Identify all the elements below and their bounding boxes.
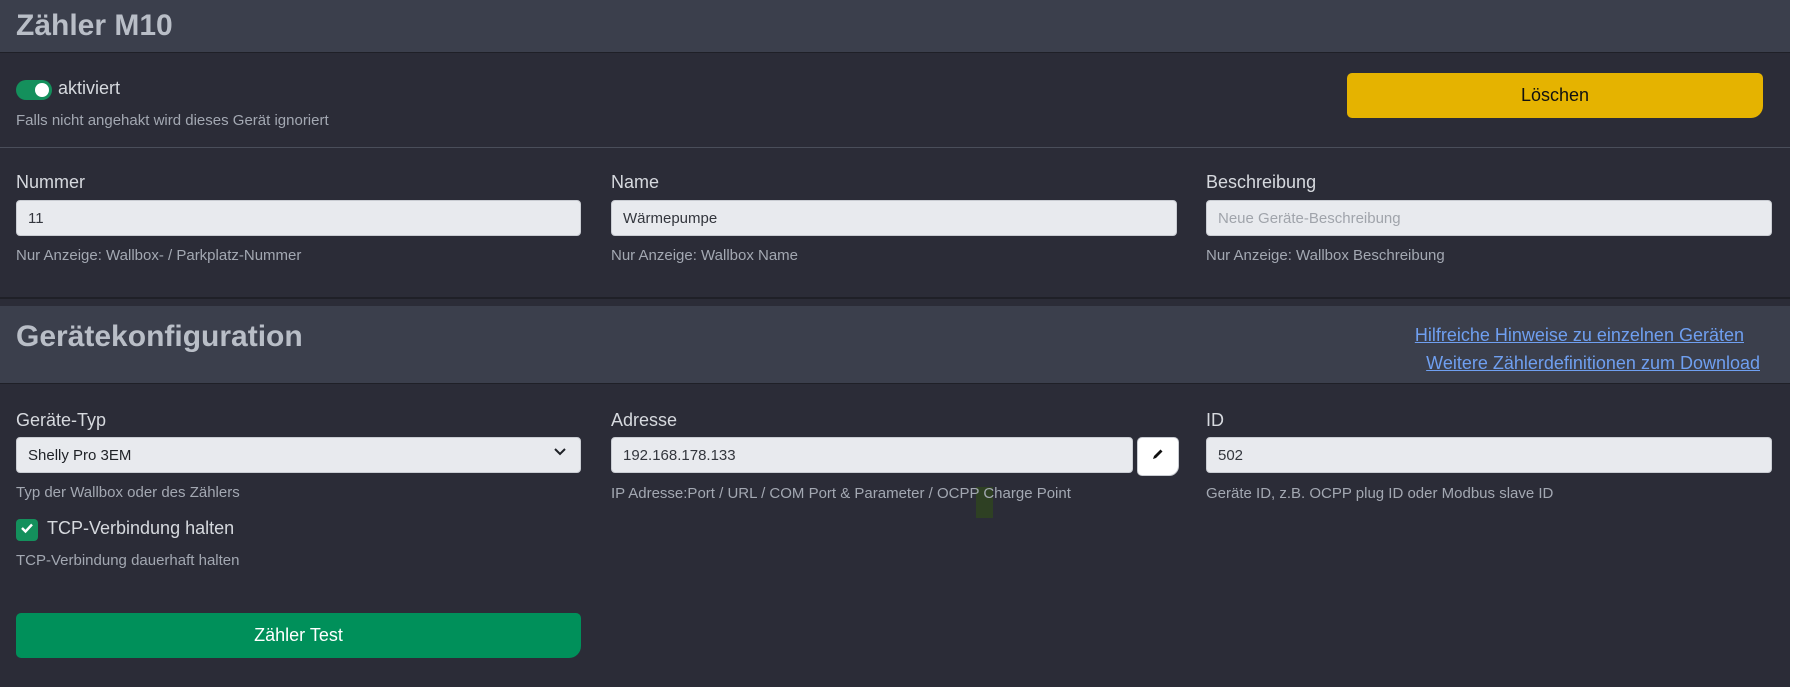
address-help: IP Adresse:Port / URL / COM Port & Param… — [611, 485, 1071, 502]
divider — [0, 147, 1790, 148]
config-card-header: Gerätekonfiguration Hilfreiche Hinweise … — [0, 306, 1790, 384]
number-help: Nur Anzeige: Wallbox- / Parkplatz-Nummer — [16, 247, 302, 264]
device-type-select[interactable]: Shelly Pro 3EM — [16, 437, 581, 473]
description-label: Beschreibung — [1206, 172, 1317, 192]
meter-card-header: Zähler M10 — [0, 0, 1790, 53]
address-label: Adresse — [611, 410, 678, 430]
name-help: Nur Anzeige: Wallbox Name — [611, 247, 799, 264]
tcp-keep-checkbox[interactable] — [16, 519, 38, 541]
device-type-help: Typ der Wallbox oder des Zählers — [16, 484, 240, 501]
tcp-keep-help: TCP-Verbindung dauerhaft halten — [16, 552, 240, 569]
edit-address-button[interactable] — [1137, 437, 1179, 476]
id-field[interactable] — [1206, 437, 1772, 473]
meter-card: Zähler M10 aktiviert Falls nicht angehak… — [0, 0, 1790, 299]
chevron-down-icon — [552, 444, 568, 465]
number-field[interactable] — [16, 200, 581, 236]
device-type-label: Geräte-Typ — [16, 410, 107, 430]
address-field[interactable] — [611, 437, 1133, 473]
number-label: Nummer — [16, 172, 86, 192]
pencil-icon — [1151, 447, 1165, 466]
description-field[interactable] — [1206, 200, 1772, 236]
enabled-toggle[interactable] — [16, 80, 52, 100]
check-icon — [20, 521, 34, 540]
scrollbar-gutter — [1790, 0, 1803, 687]
device-type-value: Shelly Pro 3EM — [28, 447, 132, 464]
name-label: Name — [611, 172, 660, 192]
delete-button[interactable]: Löschen — [1347, 73, 1763, 118]
section-title: Gerätekonfiguration — [16, 320, 303, 353]
meter-test-button[interactable]: Zähler Test — [16, 613, 581, 658]
meter-definitions-link[interactable]: Weitere Zählerdefinitionen zum Download — [1426, 353, 1760, 374]
name-field[interactable] — [611, 200, 1177, 236]
tcp-keep-label: TCP-Verbindung halten — [47, 518, 235, 538]
page-title: Zähler M10 — [16, 9, 173, 42]
enabled-label: aktiviert — [58, 78, 121, 98]
description-help: Nur Anzeige: Wallbox Beschreibung — [1206, 247, 1445, 264]
device-hints-link[interactable]: Hilfreiche Hinweise zu einzelnen Geräten — [1415, 325, 1744, 346]
id-help: Geräte ID, z.B. OCPP plug ID oder Modbus… — [1206, 485, 1554, 502]
enabled-help: Falls nicht angehakt wird dieses Gerät i… — [16, 112, 329, 129]
id-label: ID — [1206, 410, 1224, 430]
